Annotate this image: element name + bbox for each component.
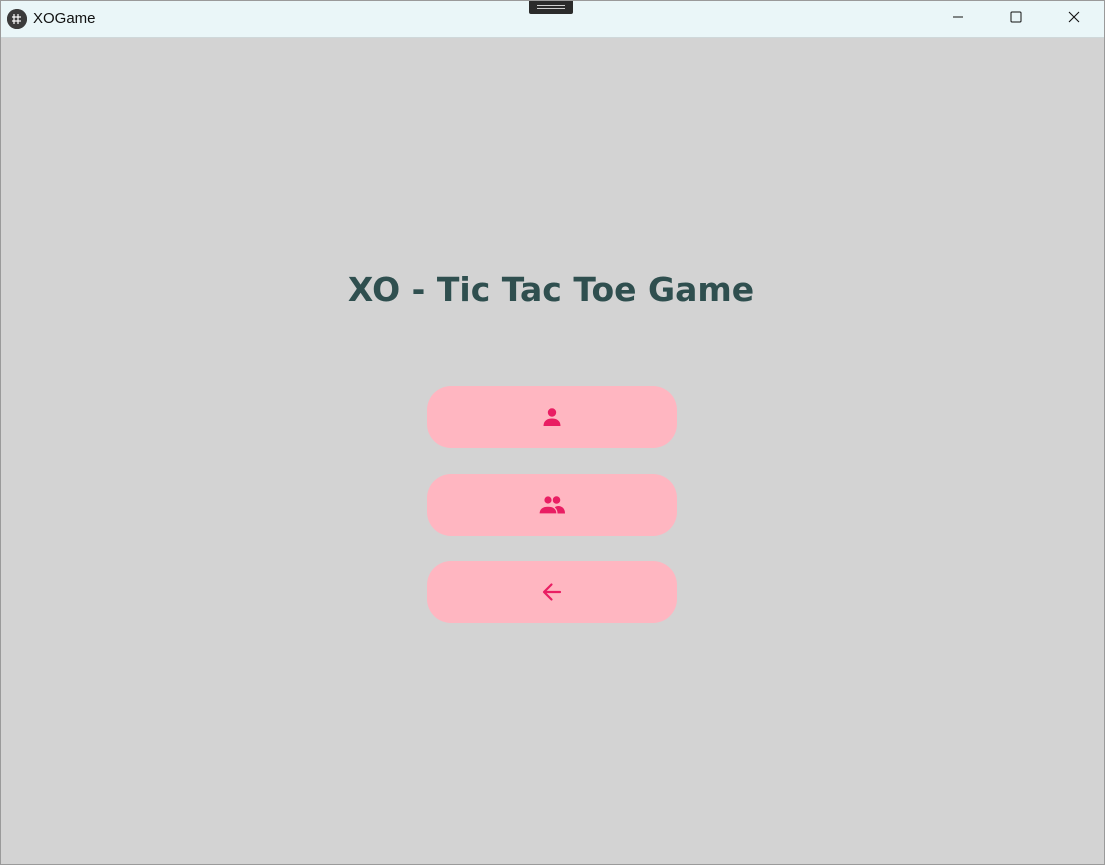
minimize-button[interactable] [929, 1, 987, 37]
two-players-button[interactable] [427, 474, 677, 536]
close-icon [1068, 10, 1080, 28]
back-button[interactable] [427, 561, 677, 623]
app-icon [7, 9, 27, 29]
maximize-button[interactable] [987, 1, 1045, 37]
window-title: XOGame [33, 10, 96, 27]
main-content: XO - Tic Tac Toe Game [1, 38, 1104, 864]
app-window: XOGame XO - Tic Tac Toe Game [0, 0, 1105, 865]
title-bar[interactable]: XOGame [1, 1, 1104, 38]
drag-handle[interactable] [529, 1, 573, 14]
maximize-icon [1010, 10, 1022, 28]
back-arrow-icon [540, 580, 564, 604]
two-players-icon [538, 493, 566, 517]
close-button[interactable] [1045, 1, 1103, 37]
single-player-icon [540, 405, 564, 429]
minimize-icon [952, 10, 964, 28]
single-player-button[interactable] [427, 386, 677, 448]
page-title: XO - Tic Tac Toe Game [347, 270, 755, 309]
